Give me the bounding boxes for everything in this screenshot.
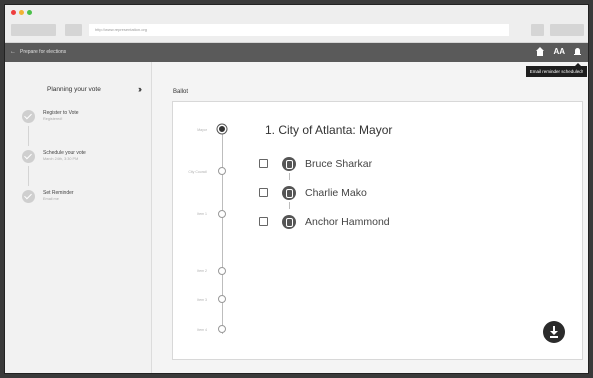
step-status: Registered! — [43, 117, 63, 121]
double-chevron-right-icon[interactable]: ›› — [138, 84, 142, 94]
candidate-checkbox[interactable] — [259, 217, 268, 226]
ballot-heading: Ballot — [173, 89, 189, 95]
arrow-left-icon[interactable]: ← — [10, 43, 16, 62]
ballot-card: Mayor City Council Item 1 Item 2 Item 3 … — [172, 101, 583, 360]
bell-icon[interactable] — [573, 47, 582, 57]
step-status: Email me — [43, 197, 59, 201]
step-title: Register to Vote — [43, 110, 79, 116]
timeline-label: Mayor — [197, 128, 207, 132]
timeline-label: Item 2 — [197, 269, 207, 273]
timeline-label: Item 4 — [197, 328, 207, 332]
sidebar: Planning your vote ›› Register to Vote R… — [5, 62, 152, 373]
browser-chrome: http://www.representation.org — [5, 5, 588, 43]
window-controls — [11, 10, 32, 15]
timeline-label: Item 3 — [197, 298, 207, 302]
check-icon — [22, 150, 35, 163]
browser-action-button[interactable] — [531, 24, 544, 36]
back-forward-button[interactable] — [11, 24, 56, 36]
race-title: 1. City of Atlanta: Mayor — [265, 123, 393, 137]
check-icon — [22, 110, 35, 123]
step-connector — [28, 126, 29, 146]
header-actions: AA — [535, 47, 582, 57]
close-window-icon[interactable] — [11, 10, 16, 15]
candidate-avatar — [282, 157, 296, 171]
step-title: Set Reminder — [43, 190, 74, 196]
candidate-name: Bruce Sharkar — [305, 158, 373, 170]
timeline-label: Item 1 — [197, 212, 207, 216]
candidate-connector — [289, 202, 290, 209]
step-connector — [28, 166, 29, 186]
home-icon[interactable] — [535, 47, 545, 57]
timeline-node-item-3[interactable] — [218, 295, 226, 303]
candidate-avatar — [282, 186, 296, 200]
candidate-name: Charlie Mako — [305, 187, 367, 199]
timeline-node-item-1[interactable] — [218, 210, 226, 218]
reload-button[interactable] — [65, 24, 82, 36]
address-bar[interactable]: http://www.representation.org — [89, 24, 509, 36]
check-icon — [22, 190, 35, 203]
maximize-window-icon[interactable] — [27, 10, 32, 15]
browser-menu-button[interactable] — [550, 24, 584, 36]
app-header: ← Prepare for elections AA — [5, 43, 588, 62]
timeline-node-item-4[interactable] — [218, 325, 226, 333]
reminder-tooltip: Email reminder scheduled! — [525, 63, 587, 77]
candidate-name: Anchor Hammond — [305, 216, 390, 228]
timeline-node-mayor[interactable] — [219, 126, 225, 132]
timeline-node-city-council[interactable] — [218, 167, 226, 175]
page-title: Prepare for elections — [20, 49, 67, 55]
timeline-node-item-2[interactable] — [218, 267, 226, 275]
download-tray — [550, 336, 558, 338]
app-window: http://www.representation.org ← Prepare … — [4, 4, 589, 374]
candidate-avatar — [282, 215, 296, 229]
candidate-checkbox[interactable] — [259, 159, 268, 168]
timeline-label: City Council — [188, 170, 207, 174]
candidate-connector — [289, 173, 290, 180]
text-size-icon[interactable]: AA — [553, 47, 565, 57]
minimize-window-icon[interactable] — [19, 10, 24, 15]
step-title: Schedule your vote — [43, 150, 86, 156]
download-icon[interactable] — [543, 321, 565, 343]
step-status: March 24th, 3:30 PM — [43, 157, 79, 161]
sidebar-title: Planning your vote — [47, 86, 101, 93]
candidate-checkbox[interactable] — [259, 188, 268, 197]
